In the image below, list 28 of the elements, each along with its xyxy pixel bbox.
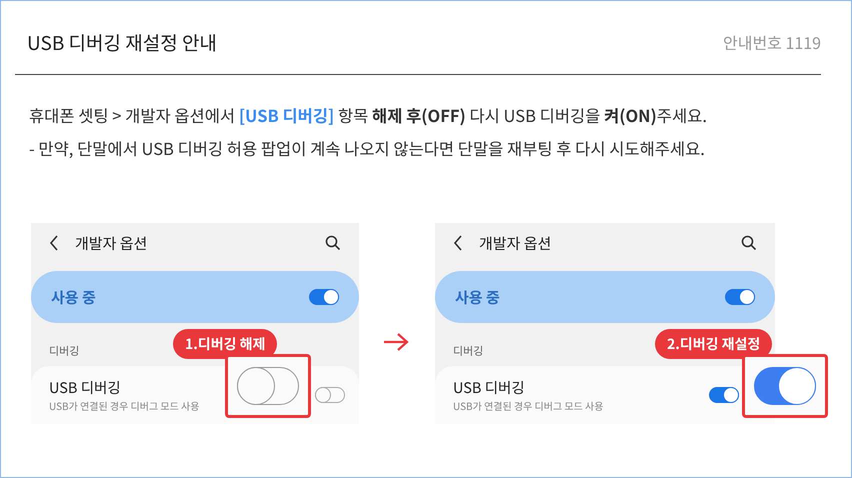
setting-title: USB 디버깅	[453, 377, 526, 398]
toggle-switch[interactable]	[709, 387, 739, 403]
search-icon	[325, 235, 341, 251]
master-switch-label: 사용 중	[51, 286, 96, 308]
step-badge: 2.디버깅 재설정	[655, 329, 772, 359]
notice-title: USB 디버깅 재설정 안내	[27, 28, 217, 56]
toggle-switch[interactable]	[309, 289, 339, 305]
section-label: 디버깅	[49, 343, 80, 359]
back-icon	[49, 235, 59, 251]
screen-title: 개발자 옵션	[75, 232, 148, 254]
toggle-switch[interactable]	[315, 387, 345, 403]
notice-number: 안내번호 1119	[723, 30, 821, 54]
toggle-switch[interactable]	[725, 289, 755, 305]
setting-subtitle: USB가 연결된 경우 디버그 모드 사용	[453, 398, 604, 413]
back-icon	[453, 235, 463, 251]
setting-subtitle: USB가 연결된 경우 디버그 모드 사용	[49, 398, 200, 413]
setting-card[interactable]: USB 디버깅 USB가 연결된 경우 디버그 모드 사용	[435, 366, 775, 424]
toggle-switch[interactable]	[237, 367, 299, 405]
arrow-icon	[383, 332, 409, 352]
instruction-text: - 만약, 단말에서 USB 디버깅 허용 팝업이 계속 나오지 않는다면 단말을 재부팅 후 다시 시도해주세요.	[29, 138, 706, 159]
instruction-text: 휴대폰 셋팅 > 개발자 옵션에서 [USB 디버깅] 항목 해제 후(OFF) 다시 USB 디버깅을 켜(ON)주세요.	[29, 105, 708, 126]
step-badge: 1.디버깅 해제	[173, 329, 278, 359]
setting-title: USB 디버깅	[49, 377, 122, 398]
master-switch-label: 사용 중	[455, 286, 500, 308]
toggle-switch[interactable]	[754, 367, 816, 405]
search-icon	[741, 235, 757, 251]
section-label: 디버깅	[453, 343, 484, 359]
screen-title: 개발자 옵션	[479, 232, 552, 254]
